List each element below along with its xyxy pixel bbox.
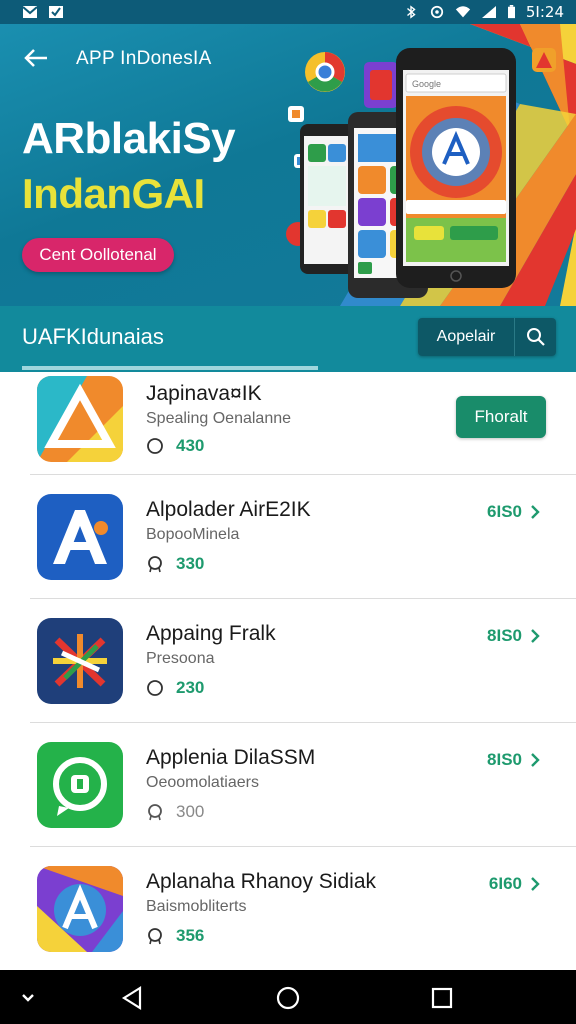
bluetooth-icon (406, 5, 416, 19)
navigation-bar (0, 970, 576, 1024)
mail-check-icon (49, 6, 63, 18)
app-logo-chat-icon (37, 742, 123, 828)
app-developer: Baismobliterts (146, 898, 247, 915)
search-icon-button[interactable] (514, 318, 556, 356)
header-title: APP InDonesIA (76, 48, 212, 69)
app-list: Japinava¤IK Spealing Oenalanne 430 Fhora… (0, 372, 576, 970)
back-arrow-icon (24, 49, 47, 67)
app-name: Applenia DilaSSM (146, 746, 316, 769)
price-link[interactable]: 8IS0 (487, 626, 540, 646)
divider (30, 598, 576, 599)
search-button[interactable]: Aopelair (418, 318, 514, 356)
app-icon (37, 742, 123, 828)
badge-icon (148, 804, 162, 821)
battery-icon (507, 5, 515, 19)
back-button[interactable] (20, 44, 52, 72)
collapse-button[interactable] (12, 982, 44, 1014)
circle-icon (147, 438, 163, 454)
price-link[interactable]: 6I60 (489, 874, 540, 894)
app-logo-star-icon (37, 618, 123, 704)
divider (30, 722, 576, 723)
list-item[interactable]: Aplanaha Rhanoy Sidiak Baismobliterts 35… (0, 856, 576, 970)
location-icon (430, 5, 444, 19)
list-item[interactable]: Japinava¤IK Spealing Oenalanne 430 Fhora… (0, 372, 576, 496)
app-rating: 230 (146, 678, 204, 698)
hero-cta-button[interactable]: Cent Oollotenal (22, 238, 174, 272)
hero-headline-line1: ARblakiSy (22, 114, 236, 163)
price-value: 8IS0 (487, 750, 522, 769)
app-name: Alpolader AirE2IK (146, 498, 311, 521)
price-link[interactable]: 6IS0 (487, 502, 540, 522)
chevron-right-icon (531, 629, 540, 643)
app-logo-a-icon (37, 494, 123, 580)
app-rating: 330 (146, 554, 204, 574)
install-button[interactable]: Fhoralt (456, 396, 546, 438)
back-triangle-icon (121, 986, 142, 1010)
status-time: 5I:24 (525, 3, 564, 21)
hero-banner: Google APP InDonesIA ARblakiSy IndanGAI … (0, 24, 576, 306)
list-item[interactable]: Appaing Fralk Presoona 230 8IS0 (0, 608, 576, 732)
collapse-chevron-icon (22, 994, 34, 1002)
svg-text:Google: Google (412, 79, 441, 89)
badge-icon (148, 928, 162, 945)
tab-bar: UAFKIdunaias Aopelair (0, 306, 576, 372)
search-icon (526, 328, 545, 346)
app-icon (37, 376, 123, 462)
rating-value: 330 (176, 554, 205, 573)
nav-home-button[interactable] (272, 982, 304, 1014)
rating-value: 230 (176, 678, 205, 697)
rating-value: 430 (176, 436, 205, 455)
signal-icon (481, 6, 496, 18)
chevron-right-icon (531, 753, 540, 767)
app-name: Aplanaha Rhanoy Sidiak (146, 870, 376, 893)
app-rating: 430 (146, 436, 204, 456)
chevron-right-icon (531, 505, 540, 519)
app-icon (37, 494, 123, 580)
circle-icon (147, 680, 163, 696)
app-logo-gradient-a-icon (37, 866, 123, 952)
divider (30, 846, 576, 847)
badge-icon (148, 556, 162, 573)
price-value: 6I60 (488, 874, 522, 893)
wifi-icon (455, 6, 471, 18)
recents-square-icon (431, 987, 453, 1009)
tab-label[interactable]: UAFKIdunaias (22, 324, 164, 350)
app-developer: Presoona (146, 650, 215, 667)
status-bar: 5I:24 (0, 0, 576, 24)
price-link[interactable]: 8IS0 (487, 750, 540, 770)
app-developer: BopooMinela (146, 526, 240, 543)
rating-value: 356 (176, 926, 205, 945)
app-developer: Oeoomolatiaers (146, 774, 259, 791)
hero-headline-line2: IndanGAI (22, 170, 205, 217)
list-item[interactable]: Alpolader AirE2IK BopooMinela 330 6IS0 (0, 484, 576, 608)
tab-indicator (22, 366, 318, 370)
mail-icon (22, 6, 38, 18)
chevron-right-icon (531, 877, 540, 891)
list-item[interactable]: Applenia DilaSSM Oeoomolatiaers 300 8IS0 (0, 732, 576, 856)
price-value: 8IS0 (487, 626, 522, 645)
nav-back-button[interactable] (116, 982, 148, 1014)
home-circle-icon (276, 986, 300, 1010)
app-logo-triangle-icon (37, 376, 123, 462)
divider (30, 474, 576, 475)
app-rating: 300 (146, 802, 204, 822)
price-value: 6IS0 (487, 502, 522, 521)
rating-value: 300 (176, 802, 205, 821)
nav-recents-button[interactable] (426, 982, 458, 1014)
app-name: Japinava¤IK (146, 382, 262, 405)
app-rating: 356 (146, 926, 204, 946)
app-developer: Spealing Oenalanne (146, 410, 292, 427)
app-name: Appaing Fralk (146, 622, 276, 645)
search-group: Aopelair (418, 318, 556, 356)
app-icon (37, 866, 123, 952)
app-icon (37, 618, 123, 704)
